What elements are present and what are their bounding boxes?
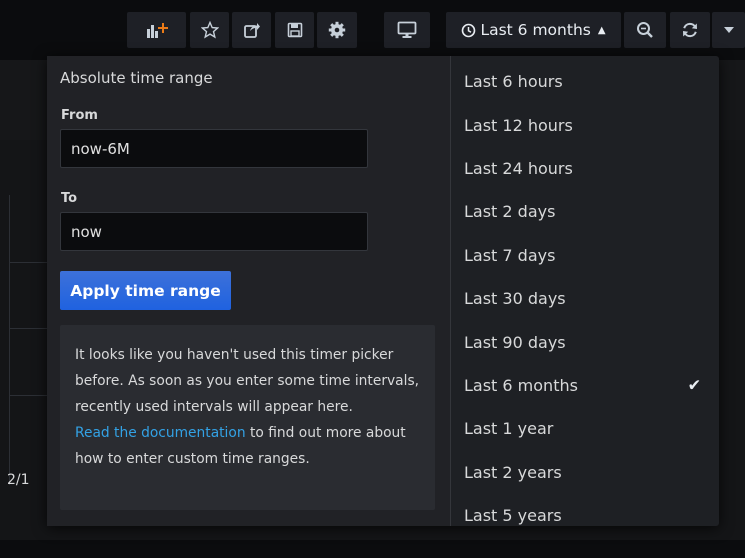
documentation-link[interactable]: Read the documentation	[75, 425, 246, 441]
top-navbar: Last 6 months ▲	[0, 0, 745, 60]
monitor-icon	[397, 21, 417, 39]
quick-range-item[interactable]: Last 24 hours	[451, 147, 719, 190]
panel-gridline	[9, 195, 10, 485]
panel-gridline	[9, 395, 49, 396]
quick-range-label: Last 90 days	[464, 332, 566, 352]
quick-range-label: Last 2 days	[464, 202, 556, 222]
panel-gridline	[9, 262, 49, 263]
quick-range-item[interactable]: Last 7 days	[451, 234, 719, 277]
quick-range-item[interactable]: Last 2 days	[451, 190, 719, 233]
quick-range-label: Last 1 year	[464, 419, 554, 439]
to-input[interactable]	[60, 212, 368, 251]
quick-range-item[interactable]: Last 6 months ✔	[451, 364, 719, 407]
to-label: To	[61, 191, 78, 206]
quick-range-item[interactable]: Last 12 hours	[451, 103, 719, 146]
refresh-icon	[681, 21, 699, 39]
quick-range-item[interactable]: Last 90 days	[451, 320, 719, 363]
star-icon	[200, 21, 219, 39]
panel-axis-label: 2/1	[7, 472, 30, 488]
quick-range-label: Last 6 months	[464, 375, 578, 395]
quick-range-item[interactable]: Last 1 year	[451, 407, 719, 450]
quick-range-label: Last 7 days	[464, 245, 556, 265]
share-icon	[243, 21, 261, 39]
info-text: It looks like you haven't used this time…	[75, 347, 420, 415]
quick-range-label: Last 5 years	[464, 506, 562, 526]
share-button[interactable]	[232, 12, 271, 48]
time-picker-popover: Absolute time range From To Apply time r…	[47, 56, 719, 526]
quick-ranges-list: Last 6 hours Last 12 hours Last 24 hours La…	[451, 60, 719, 526]
save-dashboard-button[interactable]	[275, 12, 314, 48]
tv-mode-button[interactable]	[384, 12, 430, 48]
star-button[interactable]	[190, 12, 229, 48]
quick-range-item[interactable]: Last 30 days	[451, 277, 719, 320]
zoom-out-icon	[636, 21, 654, 39]
settings-button[interactable]	[317, 12, 357, 48]
info-box: It looks like you haven't used this time…	[60, 325, 435, 510]
add-panel-button[interactable]	[127, 12, 186, 48]
time-range-label: Last 6 months	[480, 21, 591, 39]
quick-range-label: Last 6 hours	[464, 72, 563, 92]
footer-bar	[0, 540, 745, 558]
absolute-range-title: Absolute time range	[60, 69, 213, 87]
from-label: From	[61, 108, 98, 123]
absolute-range-section: Absolute time range From To Apply time r…	[47, 56, 450, 526]
apply-time-range-button[interactable]: Apply time range	[60, 271, 231, 310]
clock-icon	[461, 23, 476, 38]
quick-range-label: Last 12 hours	[464, 115, 573, 135]
zoom-out-button[interactable]	[624, 12, 666, 48]
bar-chart-plus-icon	[146, 21, 168, 39]
gear-icon	[328, 21, 346, 39]
panel-gridline	[9, 328, 49, 329]
save-icon	[287, 22, 303, 38]
quick-range-item[interactable]: Last 5 years	[451, 494, 719, 537]
caret-down-icon	[723, 26, 734, 34]
caret-up-icon: ▲	[597, 24, 606, 36]
quick-range-item[interactable]: Last 2 years	[451, 451, 719, 494]
dashboard-screen: 2/1 Last 6 months ▲ Absolute time range …	[0, 0, 745, 558]
refresh-button[interactable]	[670, 12, 710, 48]
quick-range-label: Last 30 days	[464, 289, 566, 309]
from-input[interactable]	[60, 129, 368, 168]
quick-range-label: Last 2 years	[464, 462, 562, 482]
time-range-picker-button[interactable]: Last 6 months ▲	[446, 12, 621, 48]
refresh-interval-dropdown[interactable]	[712, 12, 745, 48]
checkmark-icon: ✔	[687, 375, 701, 395]
quick-range-label: Last 24 hours	[464, 158, 573, 178]
quick-range-item[interactable]: Last 6 hours	[451, 60, 719, 103]
